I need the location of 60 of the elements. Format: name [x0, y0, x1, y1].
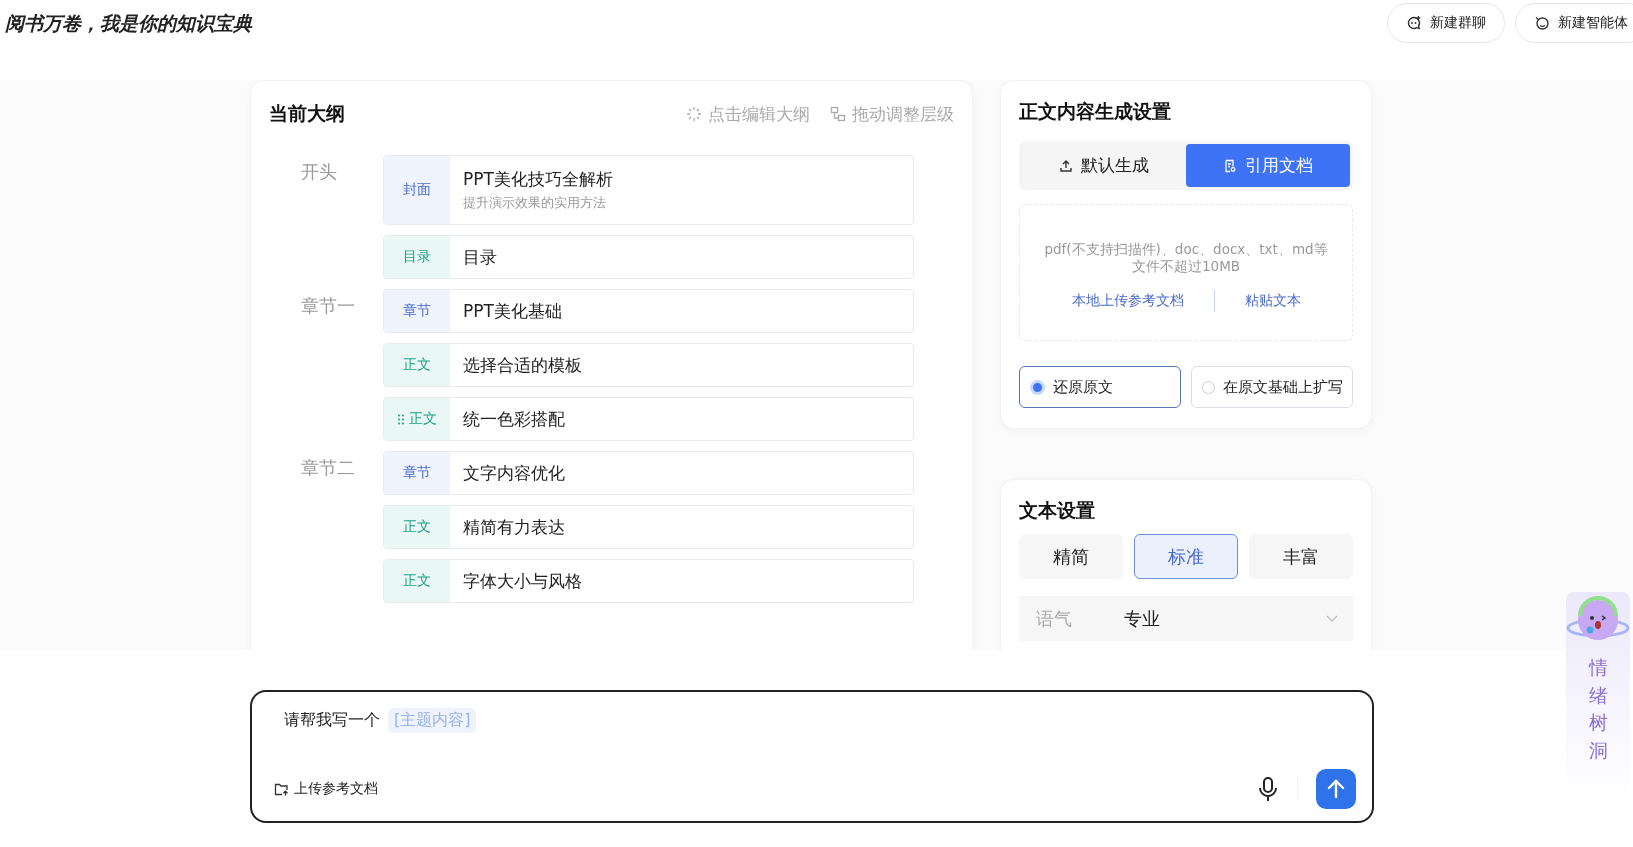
radio-option[interactable]: 在原文基础上扩写 [1191, 366, 1353, 408]
item-tag: 封面 [384, 156, 450, 224]
item-tag: 正文 [384, 506, 450, 548]
item-title: 文字内容优化 [463, 461, 565, 485]
panel-title: 文本设置 [1019, 498, 1096, 523]
upload-doc-button[interactable]: 上传参考文档 [274, 780, 378, 798]
app-title: 阅书万卷，我是你的知识宝典 [5, 11, 252, 36]
new-chat-button[interactable]: 新建群聊 [1387, 3, 1505, 43]
item-title: PPT美化基础 [463, 299, 562, 323]
item-tag: 目录 [384, 236, 450, 278]
send-button[interactable] [1316, 769, 1356, 809]
length-option[interactable]: 标准 [1134, 534, 1238, 579]
radio-option[interactable]: 还原原文 [1019, 366, 1181, 408]
section-label: 章节一 [301, 295, 355, 316]
item-title: 精简有力表达 [463, 515, 565, 539]
item-tag: 章节 [384, 452, 450, 494]
item-title: 选择合适的模板 [463, 353, 582, 377]
chevron-down-icon [1326, 614, 1338, 623]
document-icon [1223, 158, 1237, 173]
new-chat-button[interactable]: 新建智能体 [1515, 3, 1633, 43]
item-tag: 正文 [384, 398, 450, 440]
item-title: 字体大小与风格 [463, 569, 582, 593]
item-tag: 章节 [384, 290, 450, 332]
microphone-icon[interactable] [1257, 776, 1279, 802]
outline-item[interactable]: 章节 PPT美化基础 [383, 289, 914, 333]
folder-plus-icon [274, 782, 289, 796]
prompt-input[interactable]: 请帮我写一个 [主题内容] 上传参考文档 [250, 690, 1374, 823]
outline-item[interactable]: 正文 选择合适的模板 [383, 343, 914, 387]
outline-item[interactable]: 正文 精简有力表达 [383, 505, 914, 549]
outline-item[interactable]: 封面 PPT美化技巧全解析 提升演示效果的实用方法 [383, 155, 914, 225]
hierarchy-icon [830, 106, 846, 122]
upload-link[interactable]: 粘贴文本 [1244, 291, 1301, 310]
chat-plus-icon [1406, 15, 1422, 31]
outline-item[interactable]: 章节 文字内容优化 [383, 451, 914, 495]
upload-link[interactable]: 本地上传参考文档 [1071, 291, 1184, 310]
length-option[interactable]: 精简 [1019, 534, 1123, 579]
upload-icon [1059, 158, 1073, 173]
prompt-text: 请帮我写一个 [284, 710, 380, 731]
upload-hint: pdf(不支持扫描件)、doc、docx、txt、md等 文件不超过10MB [1044, 241, 1328, 274]
widget-label: 情绪树洞 [1588, 655, 1608, 763]
click-icon [686, 106, 702, 122]
outline-item[interactable]: 目录 目录 [383, 235, 914, 279]
mode-tab[interactable]: 引用文档 [1186, 144, 1350, 187]
item-tag: 正文 [384, 560, 450, 602]
item-tag: 正文 [384, 344, 450, 386]
item-subtitle: 提升演示效果的实用方法 [463, 194, 607, 212]
tone-select[interactable]: 语气 专业 [1019, 596, 1353, 641]
item-title: 目录 [463, 245, 497, 269]
item-title: 统一色彩搭配 [463, 407, 565, 431]
mode-tab[interactable]: 默认生成 [1022, 144, 1186, 187]
panel-title: 当前大纲 [269, 101, 345, 126]
section-label: 章节二 [301, 457, 355, 478]
panel-title: 正文内容生成设置 [1019, 99, 1172, 124]
outline-item[interactable]: 正文 字体大小与风格 [383, 559, 914, 603]
outline-item[interactable]: 正文 统一色彩搭配 [383, 397, 914, 441]
arrow-up-icon [1327, 779, 1345, 799]
length-option[interactable]: 丰富 [1249, 534, 1353, 579]
section-label: 开头 [301, 161, 337, 182]
drag-handle-icon[interactable] [397, 413, 404, 425]
item-title: PPT美化技巧全解析 [463, 168, 613, 191]
